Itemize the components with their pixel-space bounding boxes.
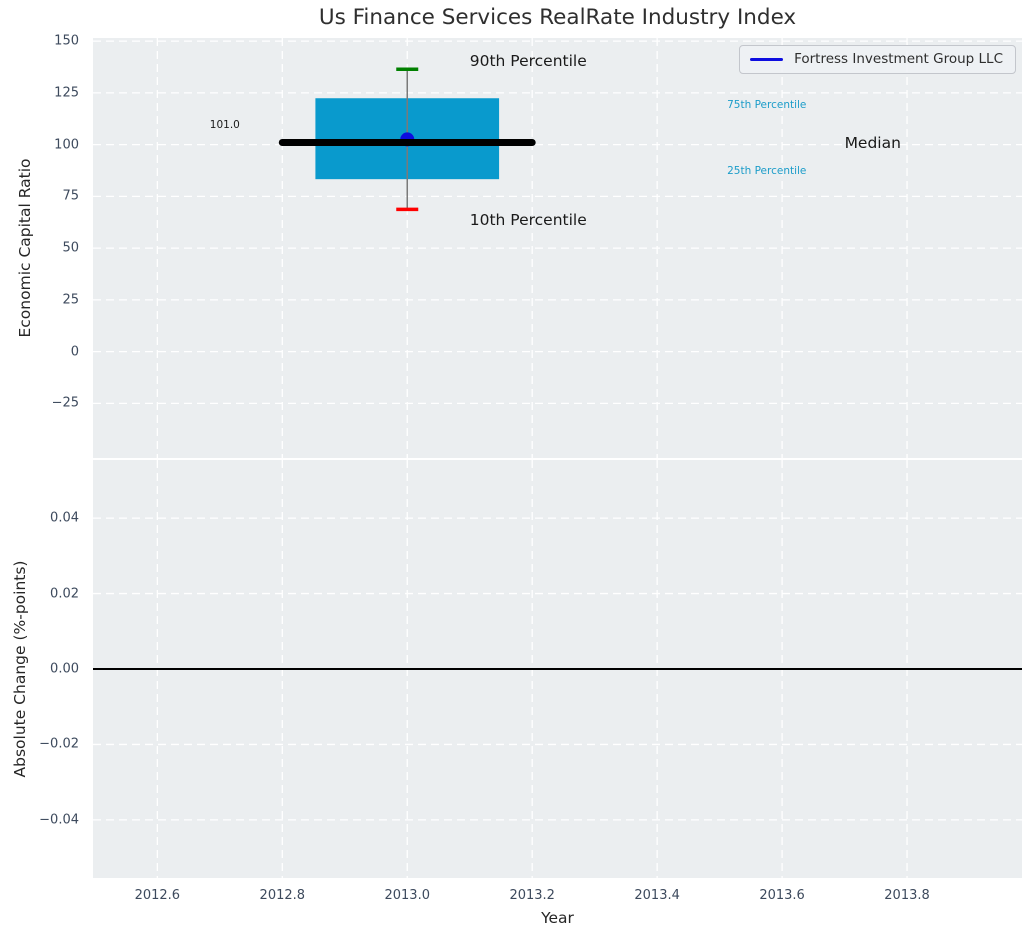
y-tick-label: 125 (54, 85, 79, 101)
chart-title: Us Finance Services RealRate Industry In… (318, 5, 797, 30)
x-tick-label: 2012.8 (259, 888, 306, 903)
y-tick-label: 50 (62, 240, 79, 256)
y-axis-label-bottom: Absolute Change (%-points) (11, 560, 29, 778)
x-tick-label: 2013.0 (384, 888, 430, 903)
x-tick-label: 2013.8 (884, 888, 930, 903)
annotation-company-value: 101.0 (209, 118, 240, 131)
y-tick-label: 75 (62, 188, 79, 204)
annotation-median: Median (844, 133, 901, 152)
y-tick-label: −25 (51, 395, 79, 411)
legend-label: Fortress Investment Group LLC (794, 51, 1003, 67)
y-tick-label: 25 (62, 292, 79, 308)
axes-top-plot: 90th Percentile 10th Percentile 75th Per… (93, 38, 1022, 458)
y-tick-label: 0.04 (50, 510, 79, 526)
y-tick-label: 150 (54, 33, 79, 49)
y-tick-label: −0.04 (39, 812, 79, 828)
x-tick-label: 2012.6 (134, 888, 181, 903)
legend: Fortress Investment Group LLC (739, 45, 1016, 74)
legend-line-swatch (750, 57, 784, 61)
x-tick-label: 2013.4 (634, 888, 680, 903)
y-tick-label: 0 (70, 344, 79, 360)
x-tick-label: 2013.2 (509, 888, 555, 903)
y-tick-label: −0.02 (39, 736, 79, 752)
x-axis-label: Year (541, 909, 574, 927)
y-tick-label: 0.00 (50, 661, 79, 677)
top-plot-svg (93, 38, 1022, 458)
annotation-75th-percentile: 75th Percentile (727, 98, 807, 111)
bottom-plot-svg (93, 460, 1022, 878)
annotation-10th-percentile: 10th Percentile (469, 210, 587, 229)
annotation-90th-percentile: 90th Percentile (469, 51, 587, 70)
axes-bottom-plot (93, 460, 1022, 878)
x-tick-label: 2013.6 (759, 888, 805, 903)
y-axis-label-top: Economic Capital Ratio (16, 158, 34, 338)
figure: Us Finance Services RealRate Industry In… (0, 0, 1034, 942)
y-tick-label: 100 (54, 137, 79, 153)
y-tick-label: 0.02 (50, 586, 79, 602)
annotation-25th-percentile: 25th Percentile (727, 164, 807, 177)
